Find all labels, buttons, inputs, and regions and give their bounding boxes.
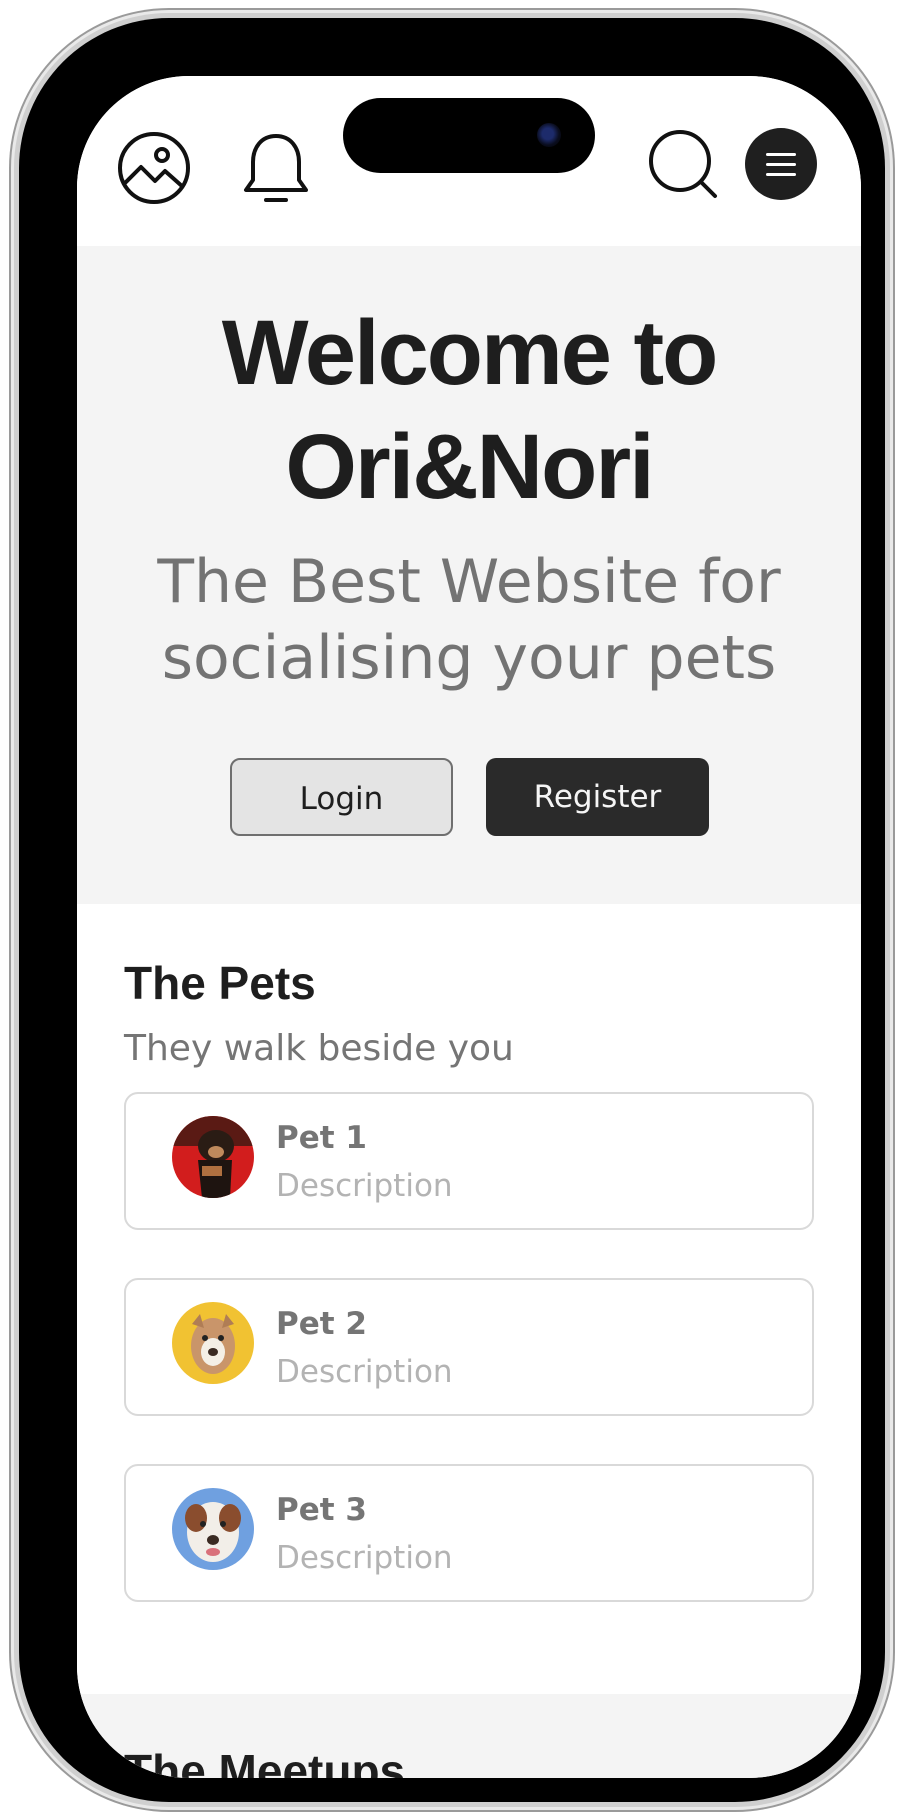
image-icon[interactable] (117, 131, 191, 205)
bell-icon[interactable] (241, 130, 311, 206)
pet-card[interactable]: Pet 1 Description (124, 1092, 814, 1230)
meetups-section: The Meetups (77, 1694, 861, 1778)
device-volume-down (12, 610, 19, 726)
meetups-heading: The Meetups (124, 1745, 406, 1778)
dynamic-island (343, 98, 595, 173)
pet-name: Pet 2 (276, 1306, 367, 1342)
register-button[interactable]: Register (486, 758, 709, 836)
pet-name: Pet 1 (276, 1120, 367, 1156)
phone-frame: Welcome to Ori&Nori The Best Website for… (19, 18, 885, 1802)
pets-heading: The Pets (124, 957, 316, 1009)
phone-screen: Welcome to Ori&Nori The Best Website for… (77, 76, 861, 1778)
device-volume-up (12, 462, 19, 578)
pet-card[interactable]: Pet 3 Description (124, 1464, 814, 1602)
search-icon[interactable] (647, 128, 719, 200)
pet-card[interactable]: Pet 2 Description (124, 1278, 814, 1416)
login-button[interactable]: Login (230, 758, 453, 836)
pet-description: Description (276, 1540, 453, 1576)
pets-tagline: They walk beside you (124, 1028, 514, 1069)
hero-subtitle-line-2: socialising your pets (161, 623, 777, 693)
pet-description: Description (276, 1354, 453, 1390)
hero-subtitle: The Best Website for socialising your pe… (117, 544, 821, 696)
pet-avatar (172, 1302, 254, 1384)
hero-section: Welcome to Ori&Nori The Best Website for… (77, 246, 861, 904)
hero-title: Welcome to Ori&Nori (137, 296, 801, 524)
menu-icon[interactable] (745, 128, 817, 200)
hero-title-line-2: Ori&Nori (285, 416, 654, 518)
hero-subtitle-line-1: The Best Website for (157, 547, 781, 617)
device-action-button (12, 338, 19, 408)
pet-description: Description (276, 1168, 453, 1204)
pets-section: The Pets They walk beside you Pet 1 Desc… (77, 904, 861, 1694)
hero-title-line-1: Welcome to (221, 302, 719, 404)
pet-name: Pet 3 (276, 1492, 367, 1528)
front-camera (537, 123, 561, 147)
pet-avatar (172, 1116, 254, 1198)
pet-avatar (172, 1488, 254, 1570)
